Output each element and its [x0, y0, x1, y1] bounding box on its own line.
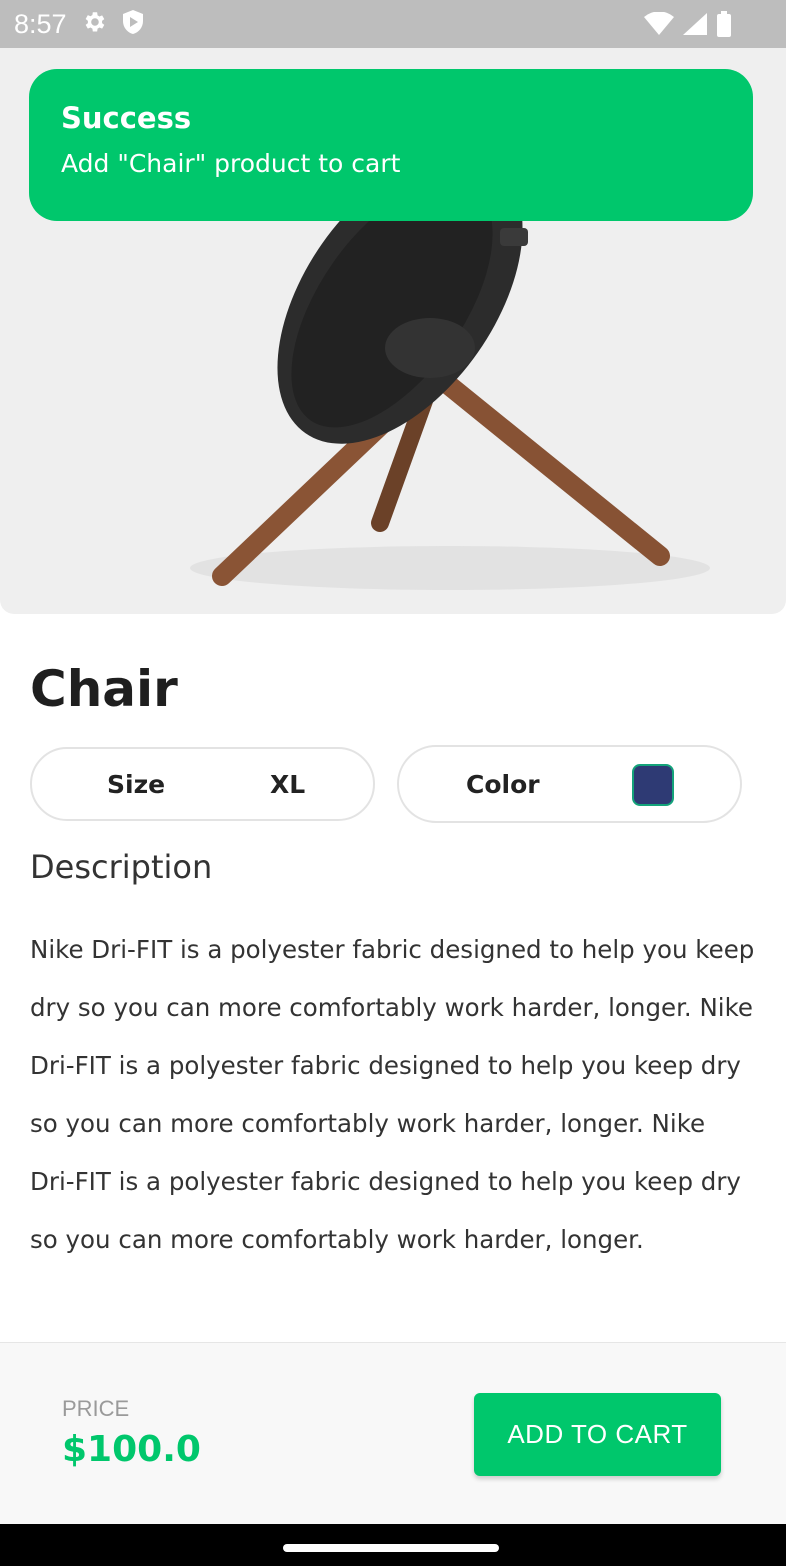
description-heading: Description	[30, 848, 213, 886]
color-selector[interactable]: Color	[397, 745, 742, 823]
signal-icon	[682, 12, 708, 36]
product-detail-screen: 8:57 Success Add "Chair" product to cart…	[0, 0, 786, 1566]
size-label: Size	[107, 769, 166, 799]
shield-icon	[121, 9, 145, 39]
color-label: Color	[466, 769, 540, 799]
home-handle[interactable]	[283, 1544, 499, 1552]
status-bar: 8:57	[0, 0, 786, 48]
add-to-cart-button[interactable]: ADD TO CART	[474, 1393, 721, 1476]
toast-message: Add "Chair" product to cart	[61, 149, 401, 178]
size-selector[interactable]: Size XL	[30, 747, 375, 821]
description-text: Nike Dri-FIT is a polyester fabric desig…	[30, 935, 755, 1254]
status-time: 8:57	[14, 8, 67, 39]
settings-icon	[81, 9, 107, 39]
price-label: PRICE	[62, 1396, 130, 1421]
price-value: $100.0	[62, 1429, 201, 1470]
system-nav-bar	[0, 1524, 786, 1566]
product-title: Chair	[30, 660, 178, 718]
success-toast[interactable]: Success Add "Chair" product to cart	[29, 69, 753, 221]
toast-title: Success	[61, 101, 192, 135]
size-value: XL	[270, 769, 306, 799]
wifi-icon	[644, 12, 674, 36]
color-swatch[interactable]	[632, 764, 674, 806]
battery-icon	[716, 11, 732, 37]
checkout-bar: PRICE $100.0 ADD TO CART	[0, 1342, 786, 1524]
